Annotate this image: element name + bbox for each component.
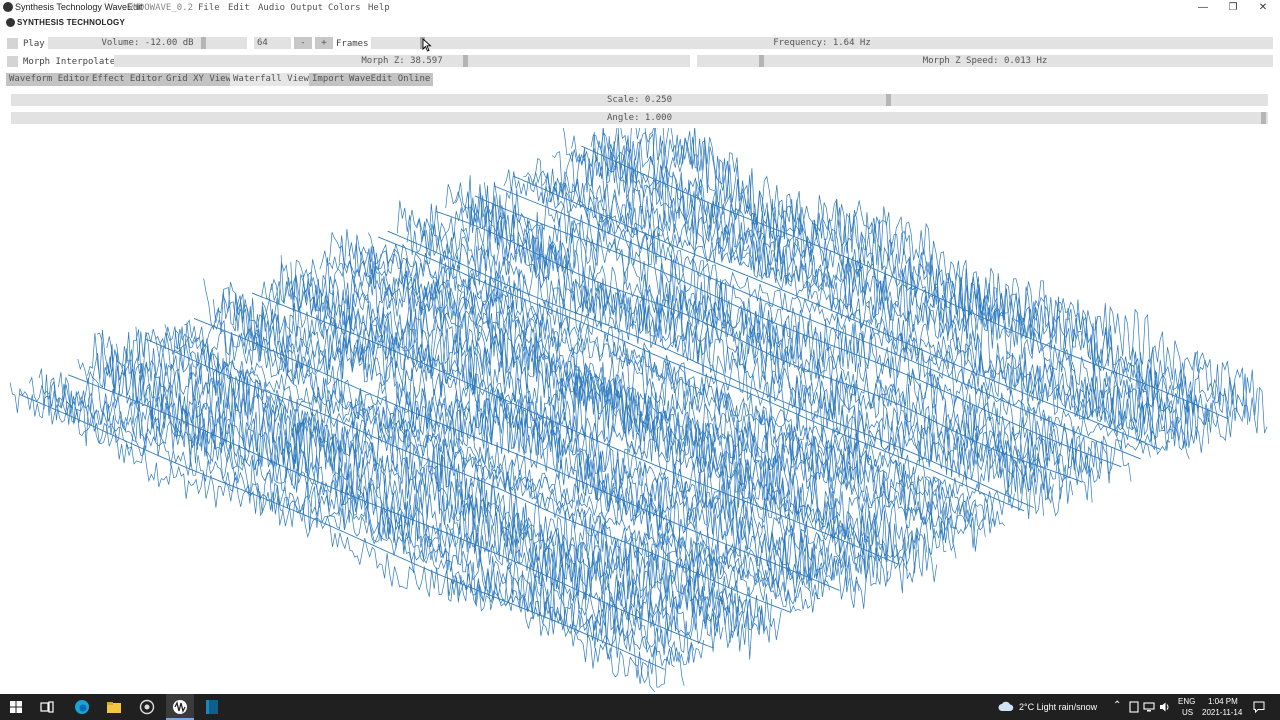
- menu-file[interactable]: File: [198, 2, 220, 15]
- volume-value: Volume: -12.00 dB: [101, 38, 194, 48]
- frames-label: Frames: [336, 39, 369, 49]
- network-icon[interactable]: [1143, 701, 1155, 713]
- play-checkbox[interactable]: [7, 38, 18, 49]
- waveedit-app-icon[interactable]: [172, 699, 188, 715]
- morph-interpolate-label: Morph Interpolate: [23, 57, 116, 67]
- volume-slider-handle[interactable]: [201, 37, 206, 49]
- tray-app-icon[interactable]: [1129, 701, 1139, 713]
- tray-overflow-chevron-icon[interactable]: ⌃: [1113, 700, 1121, 711]
- tab-import[interactable]: Import: [309, 73, 348, 86]
- menu-audio-output[interactable]: Audio Output: [258, 2, 323, 15]
- morph-z-speed-slider[interactable]: Morph Z Speed: 0.013 Hz: [697, 55, 1273, 67]
- brand-logo-icon: [6, 18, 15, 27]
- weather-text[interactable]: 2°C Light rain/snow: [1019, 702, 1097, 712]
- app-icon: [3, 2, 13, 12]
- file-explorer-icon[interactable]: [106, 699, 122, 715]
- play-label: Play: [23, 39, 45, 49]
- notification-icon[interactable]: [1253, 701, 1265, 713]
- waterfall-frame-trace: [58, 372, 704, 664]
- angle-value: Angle: 1.000: [606, 113, 673, 123]
- brand-label: SYNTHESIS TECHNOLOGY: [17, 18, 126, 27]
- restore-icon[interactable]: ❐: [1218, 0, 1248, 15]
- task-view-icon[interactable]: [39, 699, 55, 715]
- frames-decrement-button[interactable]: -: [294, 37, 312, 49]
- edge-browser-icon[interactable]: [74, 699, 90, 715]
- tab-waterfall-view[interactable]: Waterfall View: [230, 73, 312, 86]
- app-circle-icon[interactable]: [139, 699, 155, 715]
- window-title: Synthesis Technology WaveEdit: [15, 2, 143, 12]
- tab-waveedit-online[interactable]: WaveEdit Online: [346, 73, 434, 86]
- frequency-slider[interactable]: Frequency: 1.64 Hz: [371, 37, 1273, 49]
- input-region[interactable]: US: [1182, 708, 1193, 717]
- menu-help[interactable]: Help: [368, 2, 390, 15]
- tab-waveform-editor[interactable]: Waveform Editor: [6, 73, 94, 86]
- volume-speaker-icon[interactable]: [1159, 701, 1171, 713]
- angle-slider-handle[interactable]: [1261, 112, 1266, 124]
- morph-z-speed-value: Morph Z Speed: 0.013 Hz: [922, 56, 1048, 66]
- close-icon[interactable]: ✕: [1248, 0, 1278, 15]
- waterfall-frames: [9, 128, 1268, 692]
- terminal-app-icon[interactable]: [204, 699, 220, 715]
- morph-z-slider[interactable]: Morph Z: 38.597: [114, 55, 690, 67]
- scale-slider[interactable]: Scale: 0.250: [11, 94, 1268, 106]
- morph-z-slider-handle[interactable]: [463, 55, 468, 67]
- clock-time[interactable]: 1:04 PM: [1208, 697, 1238, 706]
- version-label: vMOOWAVE_0.2: [128, 3, 194, 13]
- frames-count-field[interactable]: 64: [254, 37, 291, 49]
- tab-effect-editor[interactable]: Effect Editor: [89, 73, 166, 86]
- morph-z-value: Morph Z: 38.597: [361, 56, 443, 66]
- scale-value: Scale: 0.250: [606, 95, 673, 105]
- waterfall-frame-trace: [551, 147, 1200, 447]
- waterfall-frame-trace: [609, 128, 1258, 419]
- waterfall-frame-trace: [600, 128, 1248, 425]
- windows-start-icon[interactable]: [8, 699, 24, 715]
- scale-slider-handle[interactable]: [886, 94, 891, 106]
- menu-edit[interactable]: Edit: [228, 2, 250, 15]
- morph-z-speed-slider-handle[interactable]: [759, 55, 764, 67]
- input-language[interactable]: ENG: [1178, 697, 1195, 706]
- waterfall-frame-trace: [96, 332, 743, 643]
- morph-interpolate-checkbox[interactable]: [7, 56, 18, 67]
- mouse-cursor-icon: [422, 38, 432, 52]
- clock-date[interactable]: 2021-11-14: [1202, 708, 1242, 717]
- volume-slider[interactable]: Volume: -12.00 dB: [48, 37, 247, 49]
- angle-slider[interactable]: Angle: 1.000: [11, 112, 1268, 124]
- minimize-icon[interactable]: —: [1188, 0, 1218, 15]
- tab-grid-xy-view[interactable]: Grid XY View: [163, 73, 235, 86]
- frequency-value: Frequency: 1.64 Hz: [773, 38, 871, 48]
- waterfall-plot[interactable]: [0, 128, 1280, 692]
- weather-cloud-icon[interactable]: [998, 700, 1014, 713]
- frames-increment-button[interactable]: +: [315, 37, 333, 49]
- menu-bar: [0, 15, 1280, 32]
- menu-colors[interactable]: Colors: [328, 2, 361, 15]
- taskbar: 2°C Light rain/snow ⌃ ENG US 1:04 PM 202…: [0, 694, 1280, 720]
